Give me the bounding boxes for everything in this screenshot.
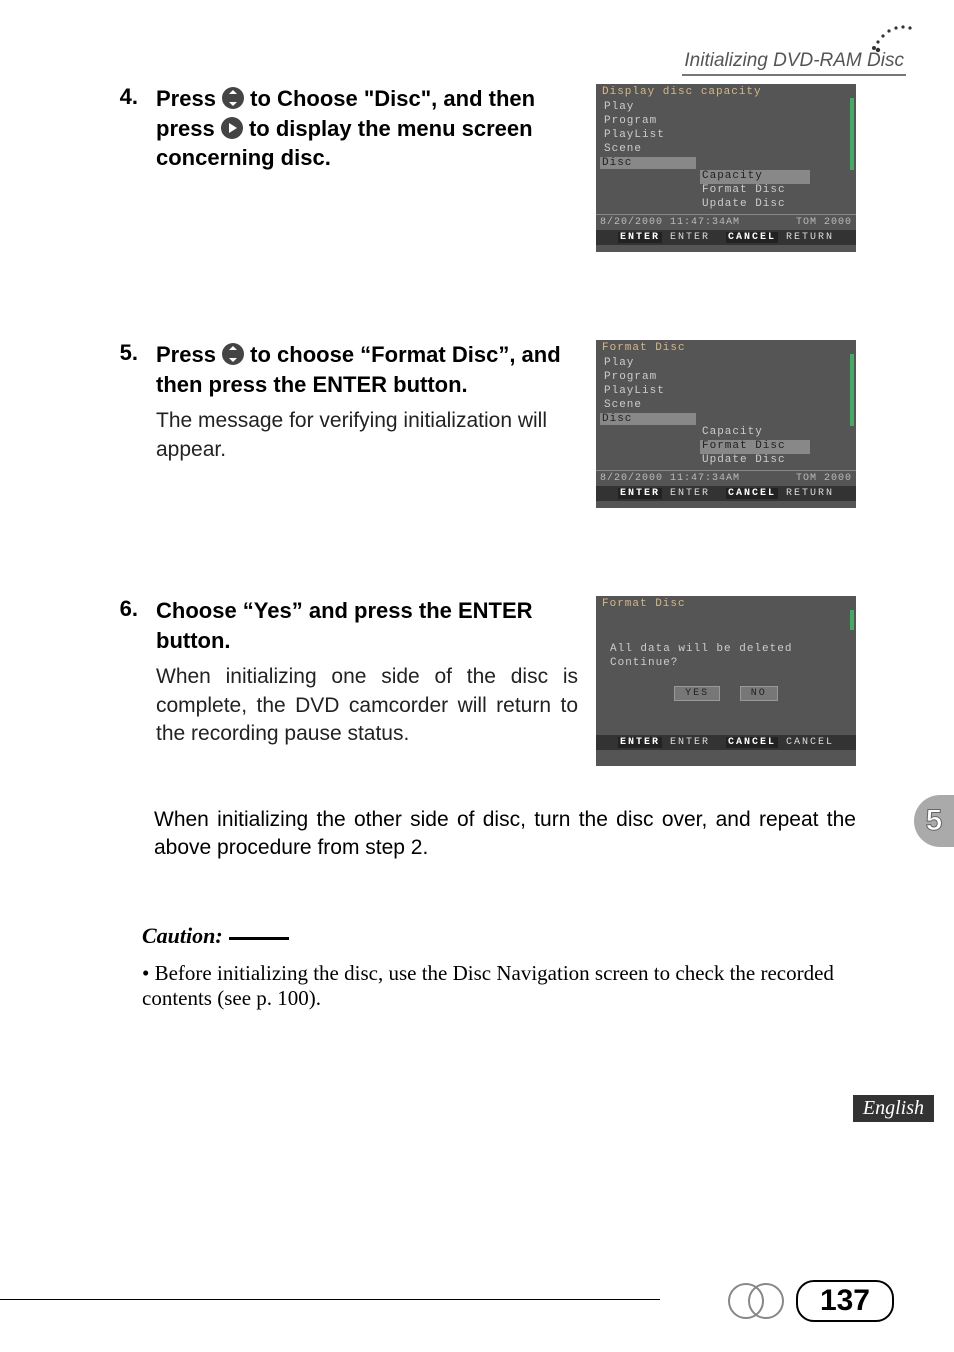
owner: TOM 2000 [796, 473, 852, 484]
screenshot-disc-menu: Display disc capacity Play Program PlayL… [596, 84, 856, 252]
menu-play: Play [600, 101, 696, 113]
cancel-label: RETURN [786, 488, 834, 499]
cancel-key: CANCEL [726, 488, 778, 499]
timestamp: 8/20/2000 11:47:34AM [600, 217, 740, 228]
screenshot-format-dialog: Format Disc All data will be deleted Con… [596, 596, 856, 766]
owner: TOM 2000 [796, 217, 852, 228]
menu-program: Program [600, 115, 696, 127]
cancel-key: CANCEL [726, 737, 778, 748]
screen-title: Format Disc [596, 340, 856, 356]
step6-heading: Choose “Yes” and press the ENTER button. [156, 598, 533, 653]
step5-text-a: Press [156, 342, 222, 367]
step-number: 4. [110, 84, 138, 252]
caution-item: • Before initializing the disc, use the … [142, 961, 856, 1011]
scrollbar-icon [850, 610, 854, 630]
step-6: 6. Choose “Yes” and press the ENTER butt… [110, 596, 856, 766]
caution-label: Caution: [142, 923, 223, 948]
enter-label: ENTER [670, 737, 710, 748]
yes-button[interactable]: YES [674, 686, 720, 701]
step-4: 4. Press to Choose "Disc", and then pres… [110, 84, 856, 252]
dial-right-icon [221, 117, 243, 139]
cancel-key: CANCEL [726, 232, 778, 243]
submenu-format-selected: Format Disc [700, 440, 810, 454]
enter-label: ENTER [670, 232, 710, 243]
enter-key: ENTER [618, 488, 662, 499]
submenu-capacity: Capacity [700, 170, 810, 184]
step-5: 5. Press to choose “Format Disc”, and th… [110, 340, 856, 508]
no-button[interactable]: NO [740, 686, 778, 701]
menu-play: Play [600, 357, 696, 369]
page-header: Initializing DVD-RAM Disc [682, 50, 906, 76]
menu-disc-selected: Disc [600, 413, 696, 425]
enter-label: ENTER [670, 488, 710, 499]
chapter-number: 5 [926, 804, 943, 838]
menu-program: Program [600, 371, 696, 383]
dialog-msg1: All data will be deleted [610, 642, 842, 656]
menu-playlist: PlayList [600, 129, 696, 141]
page-number: 137 [796, 1280, 894, 1322]
cancel-label: RETURN [786, 232, 834, 243]
enter-key: ENTER [618, 232, 662, 243]
caution-line-icon [229, 937, 289, 940]
disc-icon [728, 1283, 786, 1319]
submenu-capacity: Capacity [700, 426, 810, 440]
dial-up-down-icon [222, 343, 244, 365]
menu-scene: Scene [600, 399, 696, 411]
step6-body: When initializing one side of the disc i… [156, 663, 578, 748]
screen-title: Format Disc [596, 596, 856, 612]
menu-scene: Scene [600, 143, 696, 155]
scrollbar-icon [850, 354, 854, 426]
dial-up-down-icon [222, 87, 244, 109]
submenu-update: Update Disc [700, 198, 810, 212]
step-number: 5. [110, 340, 138, 508]
dialog-msg2: Continue? [610, 656, 842, 670]
language-tab: English [853, 1095, 934, 1122]
enter-key: ENTER [618, 737, 662, 748]
step5-body: The message for verifying initialization… [156, 407, 578, 464]
menu-playlist: PlayList [600, 385, 696, 397]
submenu-update: Update Disc [700, 454, 810, 468]
step4-text-a: Press [156, 86, 222, 111]
footer-line [0, 1299, 660, 1300]
timestamp: 8/20/2000 11:47:34AM [600, 473, 740, 484]
chapter-tab: 5 [914, 795, 954, 847]
submenu-format: Format Disc [700, 184, 810, 198]
page-number-box: 137 [728, 1280, 894, 1322]
menu-disc-selected: Disc [600, 157, 696, 169]
cancel-label: CANCEL [786, 737, 834, 748]
after-text: When initializing the other side of disc… [154, 806, 856, 863]
step-number: 6. [110, 596, 138, 766]
screenshot-format-menu: Format Disc Play Program PlayList Scene … [596, 340, 856, 508]
scrollbar-icon [850, 98, 854, 170]
screen-title: Display disc capacity [596, 84, 856, 100]
